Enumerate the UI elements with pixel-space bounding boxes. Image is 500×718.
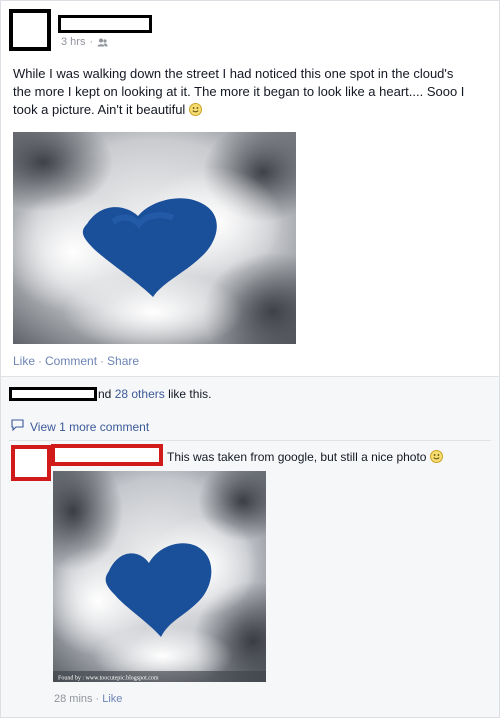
comment-body: This was taken from google, but still a … bbox=[167, 450, 443, 464]
like-link[interactable]: Like bbox=[13, 354, 35, 368]
post-message: While I was walking down the street I ha… bbox=[13, 65, 473, 119]
post-message-text: While I was walking down the street I ha… bbox=[13, 66, 465, 117]
poster-name-redacted[interactable] bbox=[58, 15, 152, 33]
meta-separator: · bbox=[89, 36, 94, 48]
commenter-avatar[interactable] bbox=[11, 445, 51, 481]
commenter-name-redacted[interactable] bbox=[51, 444, 163, 466]
comment-like-link[interactable]: Like bbox=[102, 693, 122, 705]
smiley-icon bbox=[429, 450, 443, 463]
smiley-icon bbox=[188, 103, 202, 116]
comment-text: This was taken from google, but still a … bbox=[167, 450, 427, 464]
post-meta: 3 hrs · bbox=[61, 36, 108, 48]
comment-link[interactable]: Comment bbox=[45, 354, 97, 368]
liker-name-redacted[interactable] bbox=[9, 387, 97, 401]
comment-photo[interactable]: Found by : www.toocutepic.blogspot.com bbox=[53, 471, 266, 682]
likes-others-link[interactable]: 28 others bbox=[115, 387, 165, 401]
comment-time[interactable]: 28 mins bbox=[54, 693, 93, 705]
post-actions: Like · Comment · Share bbox=[13, 354, 139, 368]
meta-separator: · bbox=[95, 693, 100, 705]
friends-icon[interactable] bbox=[97, 38, 108, 47]
action-separator: · bbox=[100, 354, 105, 368]
comment-meta: 28 mins · Like bbox=[54, 693, 122, 705]
feedback-section: nd 28 others like this. View 1 more comm… bbox=[0, 376, 500, 718]
post-card: 3 hrs · While I was walking down the str… bbox=[0, 0, 500, 377]
likes-suffix: like this. bbox=[168, 387, 212, 401]
post-photo[interactable] bbox=[13, 132, 296, 344]
poster-avatar[interactable] bbox=[9, 9, 51, 51]
share-link[interactable]: Share bbox=[107, 354, 139, 368]
view-more-comments[interactable]: View 1 more comment bbox=[11, 419, 149, 434]
photo-watermark-caption: Found by : www.toocutepic.blogspot.com bbox=[58, 676, 159, 682]
likes-prefix: nd bbox=[98, 387, 112, 401]
action-separator: · bbox=[38, 354, 43, 368]
comment-divider bbox=[9, 440, 491, 441]
comment-bubble-icon bbox=[11, 419, 24, 434]
likes-summary: nd 28 others like this. bbox=[9, 387, 211, 401]
view-more-label: View 1 more comment bbox=[30, 419, 150, 434]
post-time[interactable]: 3 hrs bbox=[61, 36, 85, 48]
